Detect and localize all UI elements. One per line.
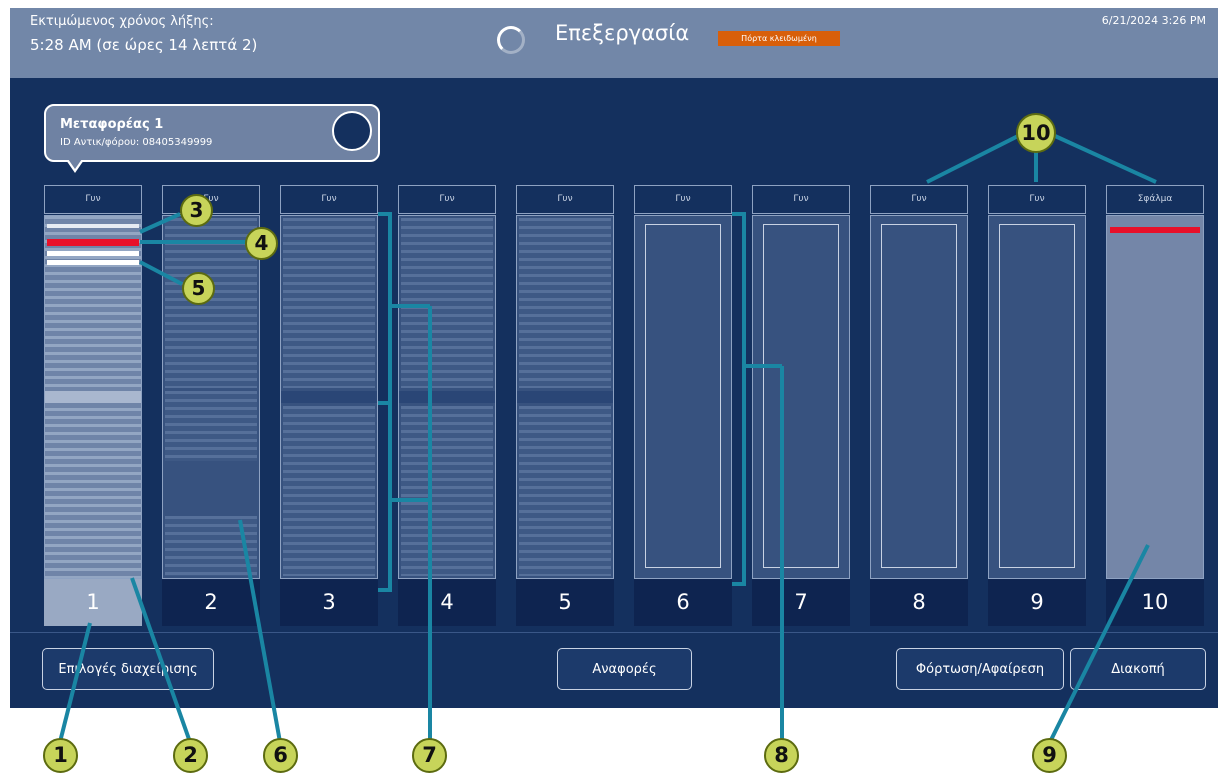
slide-divider <box>399 391 495 403</box>
slide-stack-top <box>519 218 611 388</box>
slot-number: 1 <box>44 579 142 626</box>
slide-stack-top <box>283 218 375 388</box>
popup-pointer-inner <box>68 159 82 169</box>
slide-processing-1 <box>47 224 139 228</box>
callout-5: 5 <box>182 272 215 305</box>
slot-number: 5 <box>516 579 614 626</box>
load-remove-button[interactable]: Φόρτωση/Αφαίρεση <box>896 648 1064 690</box>
slot-body[interactable] <box>516 215 614 579</box>
callout-10: 10 <box>1016 113 1056 153</box>
eta-value: 5:28 AM (σε ώρες 14 λεπτά 2) <box>30 36 258 54</box>
slot-label: Γυν <box>634 185 732 214</box>
slot-number: 8 <box>870 579 968 626</box>
slot-label: Γυν <box>280 185 378 214</box>
slot-number: 10 <box>1106 579 1204 626</box>
slot-2[interactable]: Γυν 2 <box>162 185 260 626</box>
slide-stack-bottom <box>283 406 375 576</box>
slot-3[interactable]: Γυν 3 <box>280 185 378 626</box>
slot-body[interactable] <box>280 215 378 579</box>
page-title: Επεξεργασία <box>555 21 690 45</box>
status-header: Εκτιμώμενος χρόνος λήξης: 5:28 AM (σε ώρ… <box>10 8 1218 78</box>
empty-rack-frame <box>763 224 839 568</box>
callout-8: 8 <box>764 738 799 773</box>
slot-body[interactable] <box>162 215 260 579</box>
callout-3: 3 <box>180 194 213 227</box>
slide-stack-bottom <box>165 516 257 576</box>
slot-body[interactable] <box>398 215 496 579</box>
slide-stack-bottom <box>401 406 493 576</box>
slide-processing-2 <box>47 251 139 256</box>
slot-label: Γυν <box>398 185 496 214</box>
callout-2: 2 <box>173 738 208 773</box>
carrier-info-popup: Μεταφορέας 1 ID Αντικ/φόρου: 08405349999 <box>44 104 380 173</box>
slot-body[interactable] <box>988 215 1086 579</box>
slot-body[interactable] <box>752 215 850 579</box>
slot-9[interactable]: Γυν 9 <box>988 185 1086 626</box>
slot-label: Γυν <box>516 185 614 214</box>
callout-9: 9 <box>1032 738 1067 773</box>
management-options-button[interactable]: Επιλογές διαχείρισης <box>42 648 214 690</box>
slot-number: 2 <box>162 579 260 626</box>
slide-stack-top <box>165 218 257 388</box>
slide-stack-top <box>401 218 493 388</box>
door-status-badge: Πόρτα κλειδωμένη <box>718 31 840 46</box>
reports-button[interactable]: Αναφορές <box>557 648 692 690</box>
eta-label: Εκτιμώμενος χρόνος λήξης: <box>30 14 214 29</box>
slide-divider <box>517 391 613 403</box>
slide-stack-bottom <box>519 406 611 576</box>
slot-label: Γυν <box>752 185 850 214</box>
slot-number: 9 <box>988 579 1086 626</box>
slot-number: 7 <box>752 579 850 626</box>
carrier-id: ID Αντικ/φόρου: 08405349999 <box>60 137 213 148</box>
empty-rack-frame <box>645 224 721 568</box>
slide-gap <box>45 391 141 403</box>
processing-spinner-icon <box>497 26 525 54</box>
slot-label: Γυν <box>988 185 1086 214</box>
slot-8[interactable]: Γυν 8 <box>870 185 968 626</box>
slot-number: 4 <box>398 579 496 626</box>
slot-label: Γυν <box>870 185 968 214</box>
slide-divider <box>281 391 377 403</box>
callout-7: 7 <box>412 738 447 773</box>
slot-label: Σφάλμα <box>1106 185 1204 214</box>
slot-number: 6 <box>634 579 732 626</box>
carrier-status-icon <box>332 111 372 151</box>
slot-body[interactable] <box>1106 215 1204 579</box>
slide-stack-middle <box>165 391 257 461</box>
callout-1: 1 <box>43 738 78 773</box>
slot-4[interactable]: Γυν 4 <box>398 185 496 626</box>
slot-body[interactable] <box>870 215 968 579</box>
slot-5[interactable]: Γυν 5 <box>516 185 614 626</box>
carrier-name: Μεταφορέας 1 <box>60 117 164 132</box>
slide-processing-3 <box>47 260 139 265</box>
stop-button[interactable]: Διακοπή <box>1070 648 1206 690</box>
slot-10[interactable]: Σφάλμα 10 <box>1106 185 1204 626</box>
slot-1[interactable]: Γυν 1 <box>44 185 142 626</box>
datetime: 6/21/2024 3:26 PM <box>1101 14 1206 27</box>
slot-number: 3 <box>280 579 378 626</box>
empty-rack-frame <box>881 224 957 568</box>
footer-divider <box>10 632 1218 633</box>
slot-label: Γυν <box>44 185 142 214</box>
slot-body[interactable] <box>634 215 732 579</box>
callout-6: 6 <box>263 738 298 773</box>
callout-4: 4 <box>245 227 278 260</box>
slot-6[interactable]: Γυν 6 <box>634 185 732 626</box>
empty-rack-frame <box>999 224 1075 568</box>
error-bar <box>1110 227 1200 233</box>
slide-error <box>47 239 139 246</box>
slot-body[interactable] <box>44 215 142 579</box>
slot-7[interactable]: Γυν 7 <box>752 185 850 626</box>
